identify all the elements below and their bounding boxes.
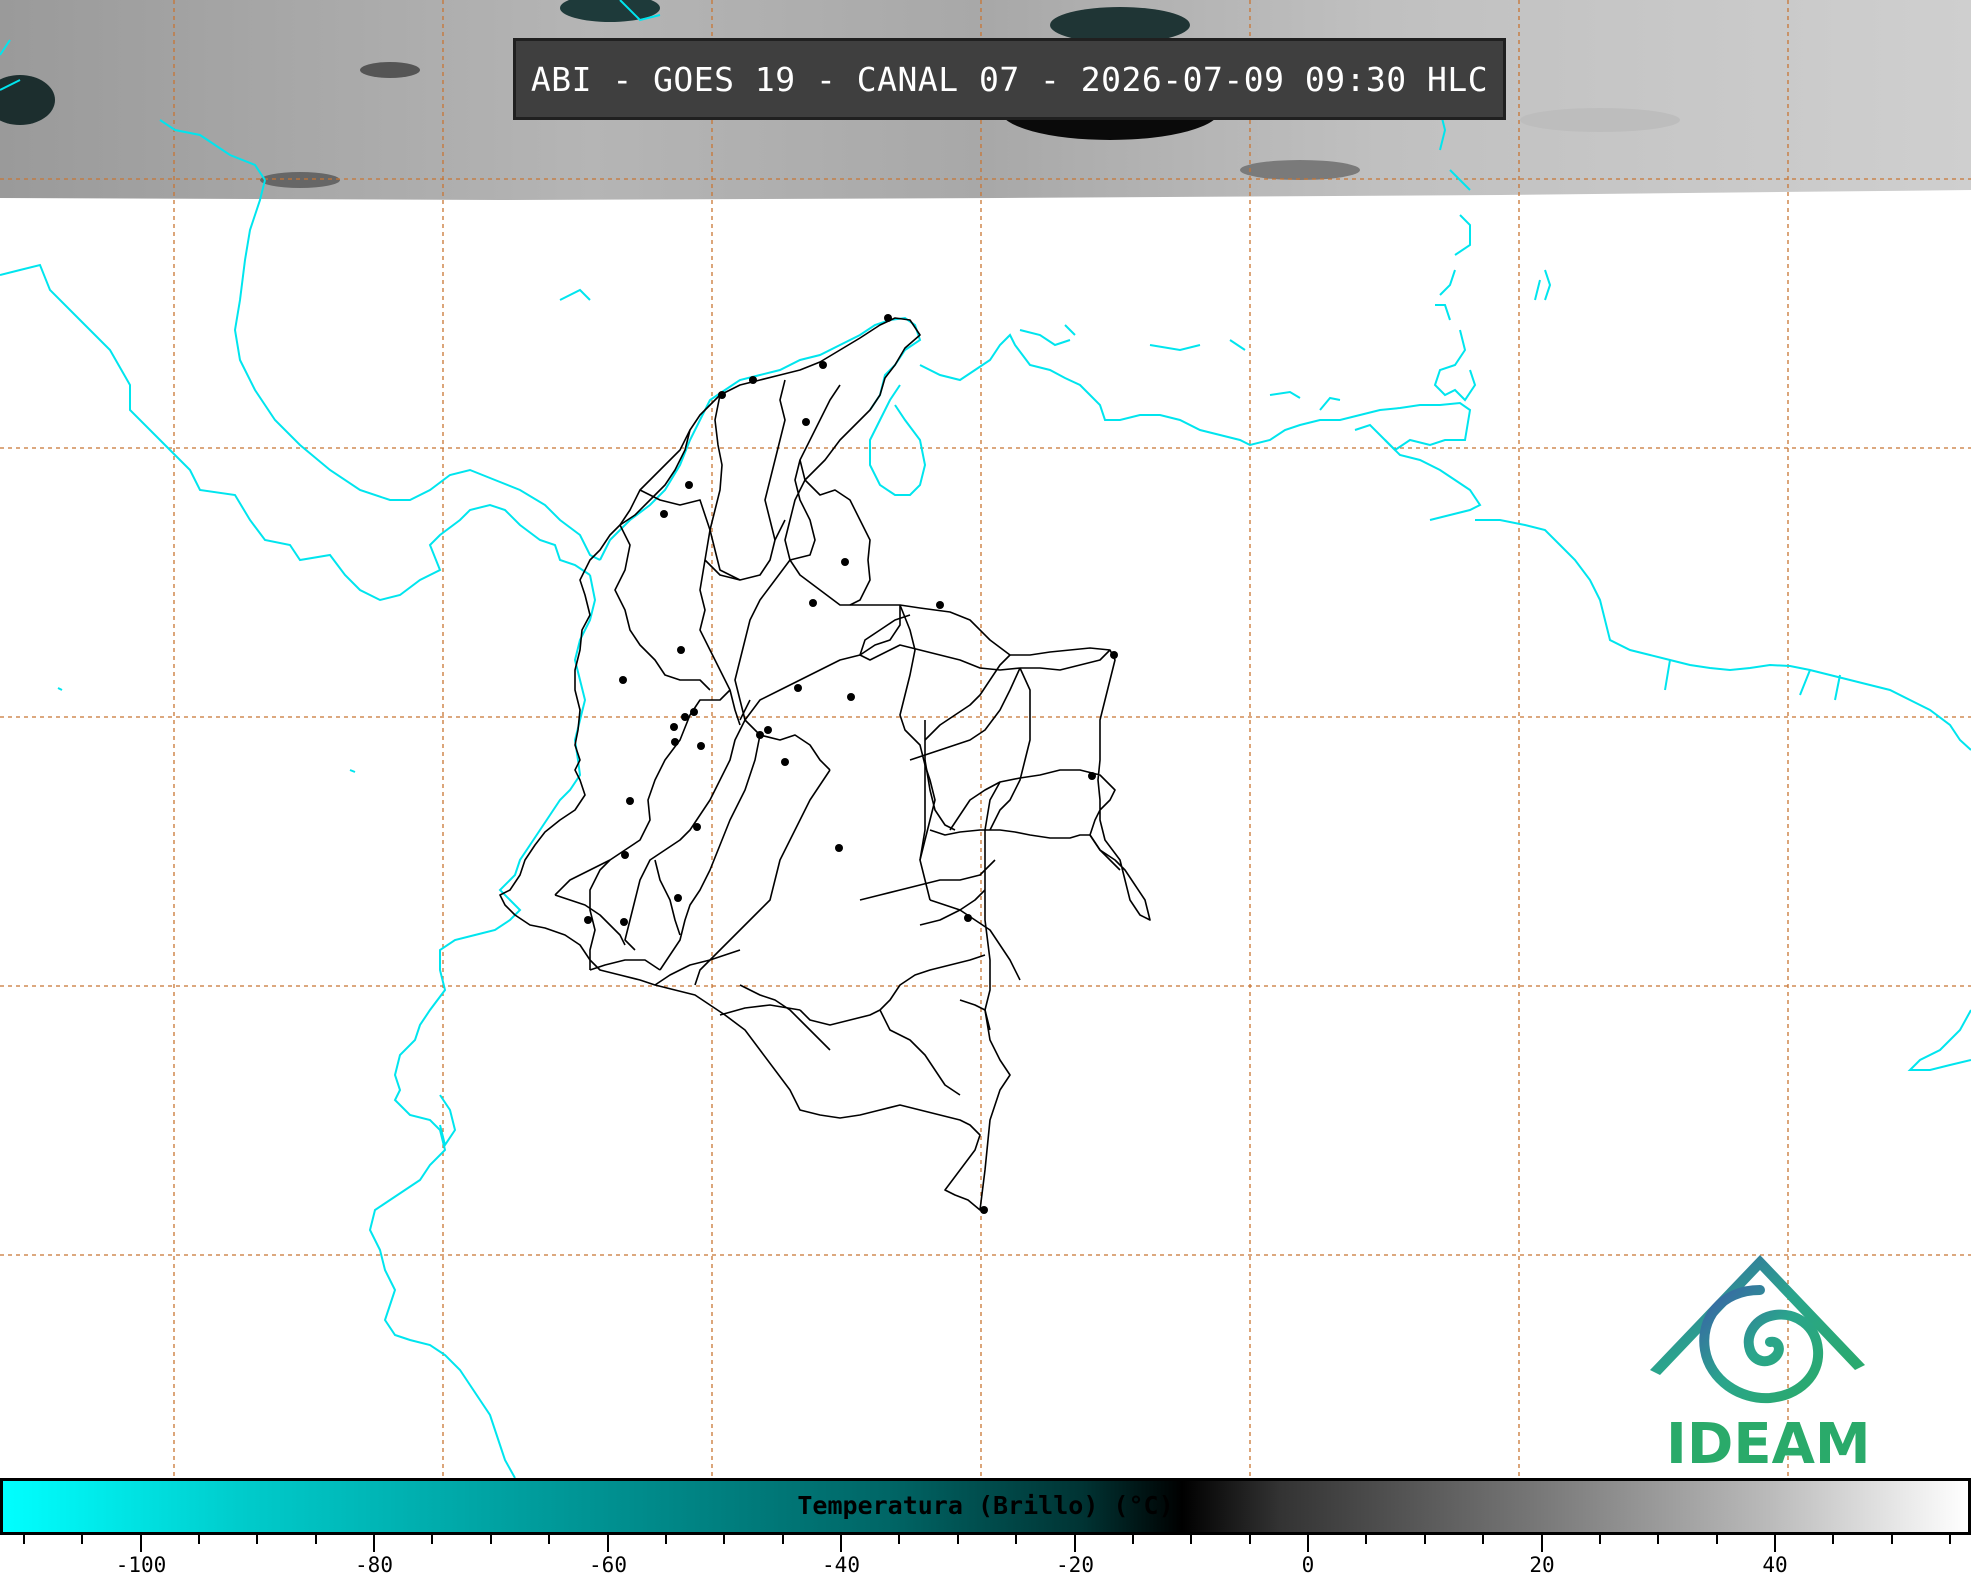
ideam-logo-text: IDEAM	[1666, 1412, 1871, 1477]
colorbar-tick-label: -100	[115, 1553, 167, 1577]
colorbar-tick-label: 40	[1762, 1553, 1788, 1577]
colorbar-tick-label: -80	[355, 1553, 393, 1577]
city-markers	[584, 314, 1118, 1214]
department-borders	[499, 317, 1151, 1211]
colorbar-label: Temperatura (Brillo) (°C)	[797, 1491, 1174, 1520]
colorbar-tick-label: 0	[1301, 1553, 1315, 1577]
colorbar-tick-label: -40	[822, 1553, 860, 1577]
colorbar-tick-label: -60	[589, 1553, 627, 1577]
colorbar-ticks	[23, 1535, 1951, 1552]
colorbar-tick-label: -20	[1056, 1553, 1094, 1577]
ideam-logo	[1650, 1255, 1865, 1404]
map-title: ABI - GOES 19 - CANAL 07 - 2026-07-09 09…	[513, 38, 1506, 120]
colorbar-tick-label: 20	[1529, 1553, 1555, 1577]
